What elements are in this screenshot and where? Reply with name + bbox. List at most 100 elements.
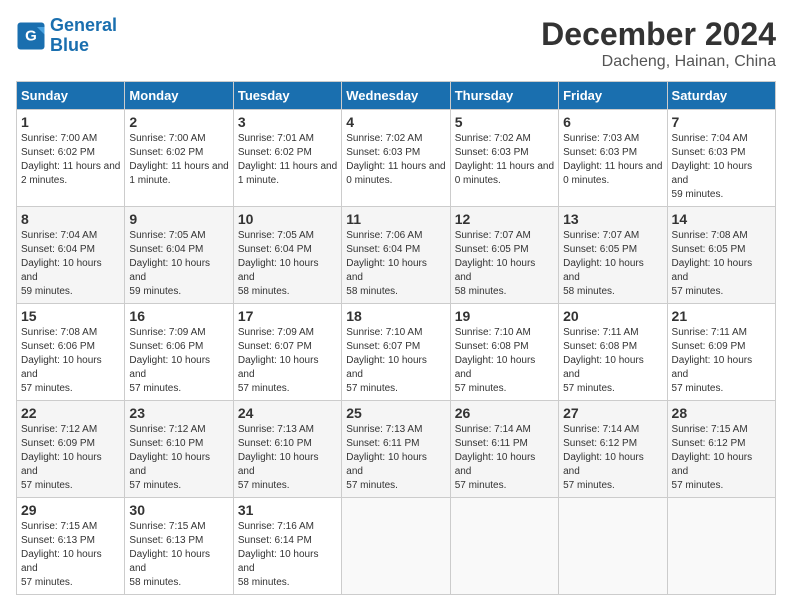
day-detail: Sunrise: 7:14 AMSunset: 6:12 PMDaylight:… (563, 423, 662, 493)
col-header-wednesday: Wednesday (342, 82, 450, 110)
day-number: 23 (129, 405, 228, 421)
svg-text:G: G (25, 27, 37, 44)
calendar-cell: 19Sunrise: 7:10 AMSunset: 6:08 PMDayligh… (450, 304, 558, 401)
calendar-cell: 12Sunrise: 7:07 AMSunset: 6:05 PMDayligh… (450, 207, 558, 304)
day-number: 9 (129, 211, 228, 227)
day-number: 25 (346, 405, 445, 421)
calendar-cell: 22Sunrise: 7:12 AMSunset: 6:09 PMDayligh… (17, 401, 125, 498)
day-detail: Sunrise: 7:15 AMSunset: 6:12 PMDaylight:… (672, 423, 771, 493)
calendar-cell: 24Sunrise: 7:13 AMSunset: 6:10 PMDayligh… (233, 401, 341, 498)
day-detail: Sunrise: 7:01 AMSunset: 6:02 PMDaylight:… (238, 132, 337, 188)
col-header-monday: Monday (125, 82, 233, 110)
day-detail: Sunrise: 7:11 AMSunset: 6:08 PMDaylight:… (563, 326, 662, 396)
calendar-cell: 14Sunrise: 7:08 AMSunset: 6:05 PMDayligh… (667, 207, 775, 304)
day-number: 27 (563, 405, 662, 421)
day-detail: Sunrise: 7:08 AMSunset: 6:06 PMDaylight:… (21, 326, 120, 396)
day-number: 11 (346, 211, 445, 227)
calendar-cell: 29 Sunrise: 7:15 AMSunset: 6:13 PMDayligh… (17, 498, 125, 595)
day-number: 21 (672, 308, 771, 324)
day-number: 5 (455, 114, 554, 130)
col-header-thursday: Thursday (450, 82, 558, 110)
month-title: December 2024 (541, 16, 776, 53)
calendar-cell: 21Sunrise: 7:11 AMSunset: 6:09 PMDayligh… (667, 304, 775, 401)
day-detail: Sunrise: 7:02 AMSunset: 6:03 PMDaylight:… (346, 132, 445, 188)
page-header: G General Blue December 2024 Dacheng, Ha… (16, 16, 776, 71)
calendar-cell: 11 Sunrise: 7:06 AMSunset: 6:04 PMDayligh… (342, 207, 450, 304)
day-detail: Sunrise: 7:05 AMSunset: 6:04 PMDaylight:… (238, 229, 337, 299)
day-number: 4 (346, 114, 445, 130)
calendar-cell: 7Sunrise: 7:04 AMSunset: 6:03 PMDaylight… (667, 110, 775, 207)
day-detail: Sunrise: 7:03 AMSunset: 6:03 PMDaylight:… (563, 132, 662, 188)
calendar-cell: 1 Sunrise: 7:00 AMSunset: 6:02 PMDaylight… (17, 110, 125, 207)
col-header-sunday: Sunday (17, 82, 125, 110)
day-detail: Sunrise: 7:00 AMSunset: 6:02 PMDaylight:… (129, 132, 228, 188)
day-number: 29 (21, 502, 120, 518)
day-number: 28 (672, 405, 771, 421)
day-detail: Sunrise: 7:12 AMSunset: 6:10 PMDaylight:… (129, 423, 228, 493)
calendar-cell: 23 Sunrise: 7:12 AMSunset: 6:10 PMDayligh… (125, 401, 233, 498)
day-detail: Sunrise: 7:10 AMSunset: 6:07 PMDaylight:… (346, 326, 445, 396)
day-number: 13 (563, 211, 662, 227)
day-detail: Sunrise: 7:04 AMSunset: 6:04 PMDaylight:… (21, 229, 120, 299)
location: Dacheng, Hainan, China (541, 53, 776, 71)
day-detail: Sunrise: 7:06 AMSunset: 6:04 PMDaylight:… (346, 229, 445, 299)
col-header-tuesday: Tuesday (233, 82, 341, 110)
day-detail: Sunrise: 7:12 AMSunset: 6:09 PMDaylight:… (21, 423, 120, 493)
calendar-cell: 17Sunrise: 7:09 AMSunset: 6:07 PMDayligh… (233, 304, 341, 401)
week-row-3: 15 Sunrise: 7:08 AMSunset: 6:06 PMDayligh… (17, 304, 776, 401)
day-number: 15 (21, 308, 120, 324)
title-area: December 2024 Dacheng, Hainan, China (541, 16, 776, 71)
calendar-cell: 18 Sunrise: 7:10 AMSunset: 6:07 PMDayligh… (342, 304, 450, 401)
calendar-cell: 31 Sunrise: 7:16 AMSunset: 6:14 PMDayligh… (233, 498, 341, 595)
day-detail: Sunrise: 7:07 AMSunset: 6:05 PMDaylight:… (563, 229, 662, 299)
day-detail: Sunrise: 7:15 AMSunset: 6:13 PMDaylight:… (21, 520, 120, 590)
day-number: 31 (238, 502, 337, 518)
day-detail: Sunrise: 7:08 AMSunset: 6:05 PMDaylight:… (672, 229, 771, 299)
day-detail: Sunrise: 7:00 AMSunset: 6:02 PMDaylight:… (21, 132, 120, 188)
calendar-cell (667, 498, 775, 595)
calendar-cell (450, 498, 558, 595)
calendar-cell (342, 498, 450, 595)
col-header-saturday: Saturday (667, 82, 775, 110)
week-row-5: 29 Sunrise: 7:15 AMSunset: 6:13 PMDayligh… (17, 498, 776, 595)
calendar-cell: 5 Sunrise: 7:02 AMSunset: 6:03 PMDaylight… (450, 110, 558, 207)
calendar-cell: 9 Sunrise: 7:05 AMSunset: 6:04 PMDaylight… (125, 207, 233, 304)
day-number: 12 (455, 211, 554, 227)
day-number: 16 (129, 308, 228, 324)
day-number: 18 (346, 308, 445, 324)
day-detail: Sunrise: 7:15 AMSunset: 6:13 PMDaylight:… (129, 520, 228, 590)
day-detail: Sunrise: 7:13 AMSunset: 6:11 PMDaylight:… (346, 423, 445, 493)
calendar-cell: 28 Sunrise: 7:15 AMSunset: 6:12 PMDayligh… (667, 401, 775, 498)
week-row-2: 8Sunrise: 7:04 AMSunset: 6:04 PMDaylight… (17, 207, 776, 304)
logo: G General Blue (16, 16, 117, 56)
col-header-friday: Friday (559, 82, 667, 110)
day-detail: Sunrise: 7:13 AMSunset: 6:10 PMDaylight:… (238, 423, 337, 493)
day-number: 7 (672, 114, 771, 130)
day-detail: Sunrise: 7:16 AMSunset: 6:14 PMDaylight:… (238, 520, 337, 590)
logo-text: General Blue (50, 16, 117, 56)
day-number: 19 (455, 308, 554, 324)
day-number: 10 (238, 211, 337, 227)
day-number: 3 (238, 114, 337, 130)
calendar-cell (559, 498, 667, 595)
calendar-cell: 6 Sunrise: 7:03 AMSunset: 6:03 PMDaylight… (559, 110, 667, 207)
calendar-cell: 20Sunrise: 7:11 AMSunset: 6:08 PMDayligh… (559, 304, 667, 401)
calendar-cell: 4 Sunrise: 7:02 AMSunset: 6:03 PMDaylight… (342, 110, 450, 207)
day-detail: Sunrise: 7:02 AMSunset: 6:03 PMDaylight:… (455, 132, 554, 188)
calendar-cell: 13 Sunrise: 7:07 AMSunset: 6:05 PMDayligh… (559, 207, 667, 304)
week-row-1: 1 Sunrise: 7:00 AMSunset: 6:02 PMDaylight… (17, 110, 776, 207)
day-number: 6 (563, 114, 662, 130)
header-row: SundayMondayTuesdayWednesdayThursdayFrid… (17, 82, 776, 110)
calendar-cell: 8Sunrise: 7:04 AMSunset: 6:04 PMDaylight… (17, 207, 125, 304)
calendar-cell: 10 Sunrise: 7:05 AMSunset: 6:04 PMDayligh… (233, 207, 341, 304)
day-number: 26 (455, 405, 554, 421)
day-detail: Sunrise: 7:05 AMSunset: 6:04 PMDaylight:… (129, 229, 228, 299)
calendar-cell: 25 Sunrise: 7:13 AMSunset: 6:11 PMDayligh… (342, 401, 450, 498)
day-number: 30 (129, 502, 228, 518)
day-number: 1 (21, 114, 120, 130)
calendar-cell: 26Sunrise: 7:14 AMSunset: 6:11 PMDayligh… (450, 401, 558, 498)
logo-icon: G (16, 21, 46, 51)
calendar-table: SundayMondayTuesdayWednesdayThursdayFrid… (16, 81, 776, 595)
calendar-cell: 15 Sunrise: 7:08 AMSunset: 6:06 PMDayligh… (17, 304, 125, 401)
calendar-cell: 2Sunrise: 7:00 AMSunset: 6:02 PMDaylight… (125, 110, 233, 207)
